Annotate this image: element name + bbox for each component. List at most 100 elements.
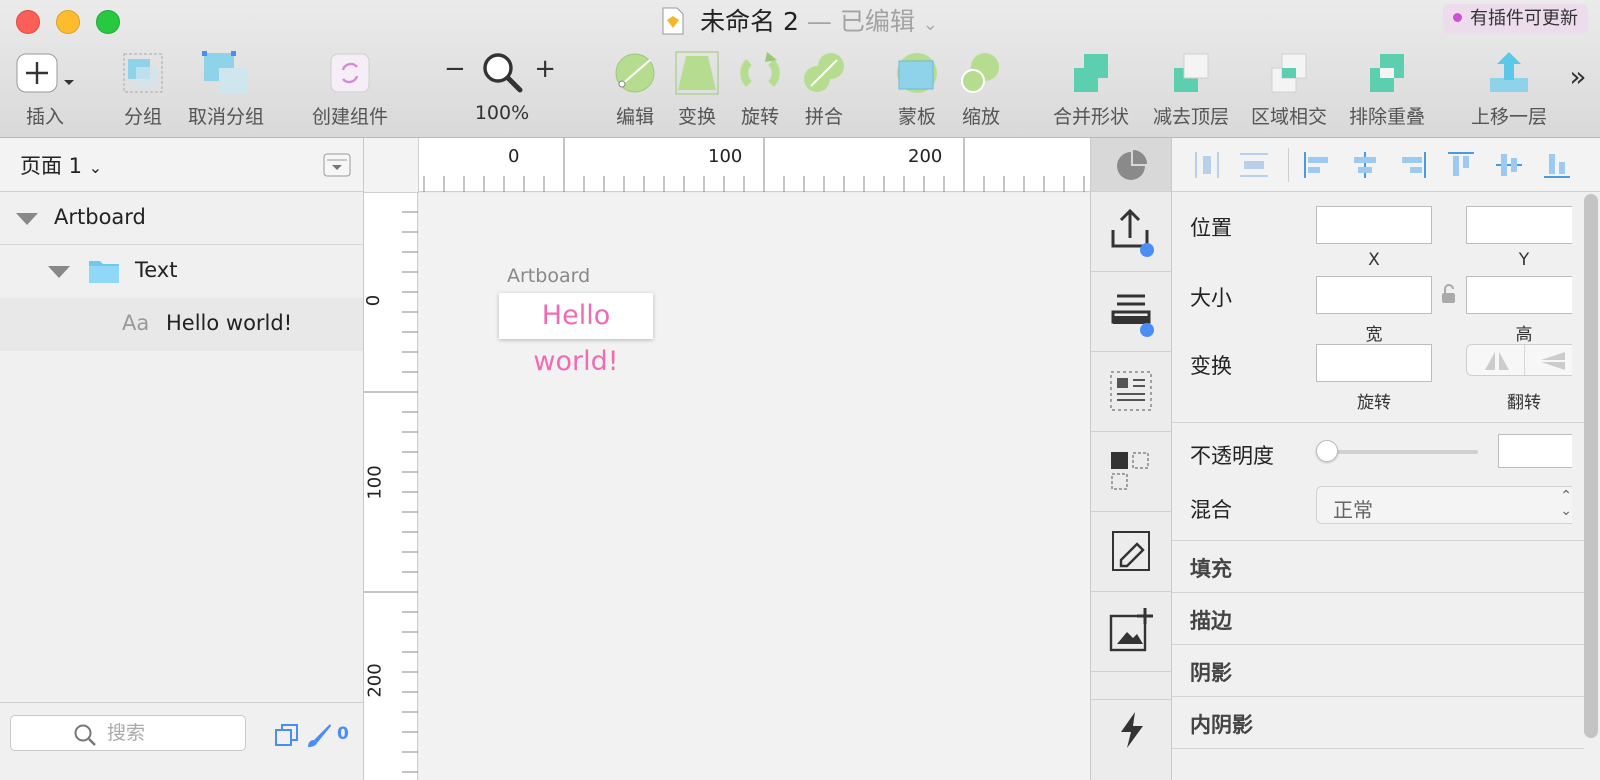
layers-footer: 搜索 0 [0,702,363,780]
add-image-icon [1109,608,1153,652]
layer-row-text[interactable]: Aa Hello world! [0,298,363,351]
grid-layout-icon [1111,452,1149,490]
transform-button[interactable]: 变换 [674,50,720,129]
ruler-label: 100 [364,465,386,500]
group-button[interactable]: 分组 [120,50,166,129]
union-button[interactable]: 合并形状 [1048,50,1134,129]
difference-button[interactable]: 排除重叠 [1344,50,1430,129]
horizontal-ruler[interactable]: 0 100 200 [363,138,1090,192]
union-label: 合并形状 [1052,106,1129,128]
vertical-ruler[interactable]: 0 100 200 [363,191,418,780]
printer-icon [1111,294,1154,337]
x-field[interactable] [1316,206,1432,244]
collapse-pages-icon[interactable] [323,152,351,178]
transform-label: 变换 [1190,354,1232,378]
rotate-icon [737,50,783,96]
blend-label: 混合 [1190,498,1232,522]
height-field[interactable] [1466,276,1572,314]
disclosure-triangle-icon[interactable] [16,213,38,225]
insert-button[interactable]: 插入 [14,50,76,129]
intersect-button[interactable]: 区域相交 [1246,50,1332,129]
magnifier-icon [483,53,523,93]
opacity-slider-knob[interactable] [1316,440,1338,462]
filter-pages-icon[interactable] [274,722,300,748]
plugins-run-button[interactable] [1091,700,1171,780]
width-field[interactable] [1316,276,1432,314]
blend-mode-select[interactable]: 正常 ⌃ ⌄ [1316,486,1572,524]
layer-row-artboard[interactable]: Artboard [0,192,363,245]
inspector-scrollbar[interactable] [1584,194,1598,738]
edit-artboard-button[interactable] [1091,512,1171,592]
distribute-horizontal-icon[interactable] [1192,150,1222,180]
layer-row-group[interactable]: Text [0,245,363,298]
stepper-chevrons-icon: ⌃ ⌄ [1560,488,1572,519]
difference-icon [1344,50,1430,96]
flip-horizontal-icon[interactable] [1483,350,1511,372]
unlock-icon[interactable] [1440,284,1458,304]
alignment-toolbar [1172,138,1600,192]
canvas[interactable]: Artboard Hello world! [419,193,1090,780]
edit-button[interactable]: 编辑 [612,50,658,129]
brush-icon[interactable] [306,722,332,748]
artboard-title[interactable]: Artboard [507,265,590,287]
subtract-button[interactable]: 减去顶层 [1148,50,1234,129]
chevron-down-icon[interactable]: ⌄ [923,14,938,35]
flip-vertical-icon[interactable] [1539,350,1567,372]
x-label: X [1368,250,1380,270]
sketch-window: 未命名 2 — 已编辑 ⌄ 有插件可更新 插入 分组 取消分组 创建组件 − +… [0,0,1600,780]
transform-label: 变换 [677,106,716,128]
zoom-out-button[interactable]: − [444,54,466,84]
rotate-button[interactable]: 旋转 [737,50,783,129]
opacity-slider[interactable] [1318,450,1478,454]
artboard[interactable]: Hello world! [499,293,653,377]
border-section[interactable]: 描边 [1172,592,1584,644]
fill-section[interactable]: 填充 [1172,540,1584,592]
document-edited-status: — 已编辑 [806,7,915,36]
artboard-edit-icon [1112,531,1150,571]
flip-buttons [1466,344,1572,376]
tab-style[interactable] [1091,138,1171,192]
create-symbol-icon [306,50,394,96]
align-center-horizontal-icon[interactable] [1350,150,1380,180]
create-symbol-button[interactable]: 创建组件 [306,50,394,129]
align-bottom-icon[interactable] [1542,150,1572,180]
mask-button[interactable]: 蒙板 [894,50,940,129]
intersect-label: 区域相交 [1250,106,1327,128]
export-button[interactable] [1091,192,1171,272]
page-selector[interactable]: 页面 1 ⌄ [20,150,102,180]
plugin-update-badge[interactable]: 有插件可更新 [1443,4,1588,34]
align-left-icon[interactable] [1302,150,1332,180]
text-layer-hello-world[interactable]: Hello world! [533,300,618,377]
ungroup-button[interactable]: 取消分组 [184,50,268,129]
text-layout-button[interactable] [1091,352,1171,432]
align-right-icon[interactable] [1398,150,1428,180]
y-field[interactable] [1466,206,1572,244]
move-forward-button[interactable]: 上移一层 [1466,50,1552,129]
fill-header: 填充 [1190,557,1232,581]
layer-name: Text [135,258,178,282]
opacity-field[interactable] [1498,434,1572,468]
rotate-label: 旋转 [740,106,779,128]
print-button[interactable] [1091,272,1171,352]
more-toolbar-button[interactable]: » [1564,60,1592,93]
zoom-in-button[interactable]: + [534,54,556,84]
add-image-button[interactable] [1091,592,1171,672]
disclosure-triangle-icon[interactable] [48,266,70,278]
shadow-section[interactable]: 阴影 [1172,644,1584,696]
layer-search-field[interactable]: 搜索 [10,715,246,751]
text-layout-icon [1110,371,1152,411]
grid-layout-button[interactable] [1091,432,1171,512]
search-icon [74,724,96,746]
align-top-icon[interactable] [1446,150,1476,180]
mask-icon [894,50,940,96]
rotation-field[interactable] [1316,344,1432,382]
align-middle-vertical-icon[interactable] [1494,150,1524,180]
scale-button[interactable]: 缩放 [958,50,1004,129]
window-title-area: 未命名 2 — 已编辑 ⌄ [0,4,1600,43]
inner-shadow-section[interactable]: 内阴影 [1172,696,1584,748]
combine-button[interactable]: 拼合 [801,50,847,129]
distribute-vertical-icon[interactable] [1238,150,1270,180]
zoom-control: − + 100% [444,50,560,124]
pie-style-icon [1117,150,1147,180]
transform-icon [674,50,720,96]
